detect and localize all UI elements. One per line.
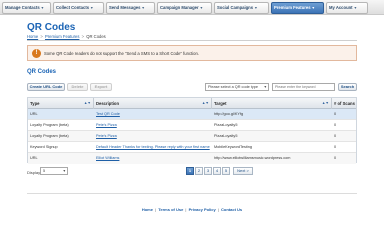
breadcrumb-separator: > bbox=[81, 34, 85, 39]
breadcrumb-premium-features-link[interactable]: Premium Features bbox=[45, 34, 79, 39]
qr-type-select[interactable]: Please select a QR code type ▼ bbox=[205, 83, 269, 91]
column-header-label: # of Scans bbox=[334, 101, 355, 106]
tab-social-campaigns[interactable]: Social Campaigns▼ bbox=[214, 2, 269, 14]
cell-description-link[interactable]: Pete's Pizza bbox=[94, 131, 212, 142]
cell-target: PizzaLoyalty5 bbox=[214, 134, 238, 138]
table-row[interactable]: Loyalty Program (beta) Pete's Pizza Pizz… bbox=[28, 120, 356, 131]
chevron-down-icon: ▼ bbox=[90, 6, 94, 10]
tab-send-messages[interactable]: Send Messages▼ bbox=[106, 2, 155, 14]
cell-scans: 0 bbox=[334, 112, 337, 116]
tab-label: Send Messages bbox=[109, 5, 141, 10]
chevron-down-icon: ▼ bbox=[311, 6, 316, 10]
tab-label: Manage Contacts bbox=[5, 5, 40, 10]
cell-target: http://www.elliotwilliamsmusic.wordpress… bbox=[214, 156, 291, 160]
cell-type: Keyword Signup bbox=[30, 145, 58, 149]
footer-link-home[interactable]: Home bbox=[142, 207, 153, 212]
breadcrumb-current: QR Codes bbox=[86, 34, 106, 39]
warning-icon: ! bbox=[32, 49, 41, 58]
create-url-code-button[interactable]: Create URL Code bbox=[27, 83, 65, 91]
top-navigation: Manage Contacts▼ Collect Contacts▼ Send … bbox=[0, 0, 384, 15]
chevron-down-icon: ▼ bbox=[62, 169, 66, 173]
search-button[interactable]: Search bbox=[338, 83, 357, 91]
chevron-down-icon: ▼ bbox=[141, 6, 145, 10]
tab-label: My Account bbox=[329, 5, 353, 10]
notice-text: Some QR Code readers do not support the … bbox=[44, 51, 199, 56]
tab-my-account[interactable]: My Account▼ bbox=[326, 2, 368, 14]
footer-links: Home | Terms of Use | Privacy Policy | C… bbox=[0, 207, 384, 212]
delete-button[interactable]: Delete bbox=[67, 83, 88, 91]
page-button-3[interactable]: 3 bbox=[204, 167, 212, 175]
chevron-down-icon: ▼ bbox=[199, 6, 204, 10]
cell-target: MobileKeywordTesting bbox=[214, 145, 252, 149]
tab-collect-contacts[interactable]: Collect Contacts▼ bbox=[53, 2, 104, 14]
column-header-label: Type bbox=[30, 101, 40, 106]
cell-scans: 0 bbox=[334, 123, 337, 127]
page-title: QR Codes bbox=[27, 22, 76, 33]
cell-type: Loyalty Program (beta) bbox=[30, 134, 69, 138]
tab-premium-features[interactable]: Premium Features▼ bbox=[271, 2, 324, 14]
export-button[interactable]: Export bbox=[90, 83, 112, 91]
next-page-button[interactable]: Next > bbox=[233, 167, 253, 175]
footer-separator: | bbox=[217, 207, 219, 212]
tab-label: Social Campaigns bbox=[217, 5, 254, 10]
page-button-2[interactable]: 2 bbox=[195, 167, 203, 175]
cell-target: http://goo.gl/KYfg bbox=[214, 112, 244, 116]
cell-scans: 0 bbox=[334, 145, 337, 149]
footer-separator: | bbox=[185, 207, 187, 212]
column-header-type[interactable]: Type ▲▼ bbox=[28, 98, 94, 109]
footer-link-terms[interactable]: Terms of Use bbox=[158, 207, 183, 212]
cell-type: URL bbox=[30, 156, 38, 160]
qr-type-select-value: Please select a QR code type bbox=[208, 85, 259, 89]
column-header-scans[interactable]: # of Scans bbox=[332, 98, 356, 109]
tab-manage-contacts[interactable]: Manage Contacts▼ bbox=[2, 2, 51, 14]
cell-scans: 0 bbox=[334, 134, 337, 138]
cell-target: PizzaLoyalty5 bbox=[214, 123, 238, 127]
cell-description-link[interactable]: Pete's Pizza bbox=[94, 120, 212, 131]
footer-link-contact[interactable]: Contact Us bbox=[221, 207, 242, 212]
breadcrumb-separator: > bbox=[40, 34, 43, 39]
section-title: QR Codes bbox=[27, 69, 57, 75]
page-button-5[interactable]: 5 bbox=[222, 167, 230, 175]
footer-separator: | bbox=[155, 207, 157, 212]
tab-label: Premium Features bbox=[274, 5, 311, 10]
table-row[interactable]: URL Test QR Code http://goo.gl/KYfg 0 bbox=[28, 109, 356, 120]
header-divider bbox=[27, 40, 357, 41]
footer-divider bbox=[27, 193, 357, 194]
breadcrumb: Home > Premium Features > QR Codes bbox=[27, 34, 106, 39]
cell-description-link[interactable]: Default Header Thanks for texting. Pleas… bbox=[94, 142, 212, 153]
cell-type: Loyalty Program (beta) bbox=[30, 123, 69, 127]
display-count-select[interactable]: 5 ▼ bbox=[40, 167, 68, 175]
column-header-target[interactable]: Target ▲▼ bbox=[212, 98, 332, 109]
table-row[interactable]: Keyword Signup Default Header Thanks for… bbox=[28, 142, 356, 153]
chevron-down-icon: ▼ bbox=[263, 85, 267, 89]
table-header: Type ▲▼ Description ▲▼ Target ▲▼ # of Sc… bbox=[28, 98, 356, 109]
tab-campaign-manager[interactable]: Campaign Manager▼ bbox=[157, 2, 212, 14]
sort-icon: ▲▼ bbox=[201, 101, 209, 105]
cell-type: URL bbox=[30, 112, 38, 116]
chevron-down-icon: ▼ bbox=[254, 6, 258, 10]
table-row[interactable]: URL Elliot Williams http://www.elliotwil… bbox=[28, 153, 356, 164]
breadcrumb-home-link[interactable]: Home bbox=[27, 34, 38, 39]
column-header-description[interactable]: Description ▲▼ bbox=[94, 98, 212, 109]
column-header-label: Description bbox=[96, 101, 120, 106]
footer-link-privacy[interactable]: Privacy Policy bbox=[189, 207, 216, 212]
chevron-down-icon: ▼ bbox=[353, 6, 358, 10]
sort-icon: ▲▼ bbox=[83, 101, 91, 105]
search-input[interactable] bbox=[272, 83, 335, 91]
table-row[interactable]: Loyalty Program (beta) Pete's Pizza Pizz… bbox=[28, 131, 356, 142]
cell-description-link[interactable]: Elliot Williams bbox=[94, 153, 212, 164]
display-count-value: 5 bbox=[43, 169, 46, 173]
column-header-label: Target bbox=[214, 101, 227, 106]
cell-scans: 0 bbox=[334, 156, 337, 160]
display-label: Display bbox=[27, 170, 41, 175]
qr-codes-table: Type ▲▼ Description ▲▼ Target ▲▼ # of Sc… bbox=[27, 97, 357, 164]
warning-notice: ! Some QR Code readers do not support th… bbox=[27, 45, 357, 61]
cell-description-link[interactable]: Test QR Code bbox=[94, 109, 212, 120]
tab-label: Campaign Manager bbox=[160, 5, 199, 10]
page-button-4[interactable]: 4 bbox=[213, 167, 221, 175]
tab-label: Collect Contacts bbox=[56, 5, 90, 10]
chevron-down-icon: ▼ bbox=[40, 6, 45, 10]
page-button-1[interactable]: 1 bbox=[186, 167, 194, 175]
sort-icon: ▲▼ bbox=[321, 101, 329, 105]
